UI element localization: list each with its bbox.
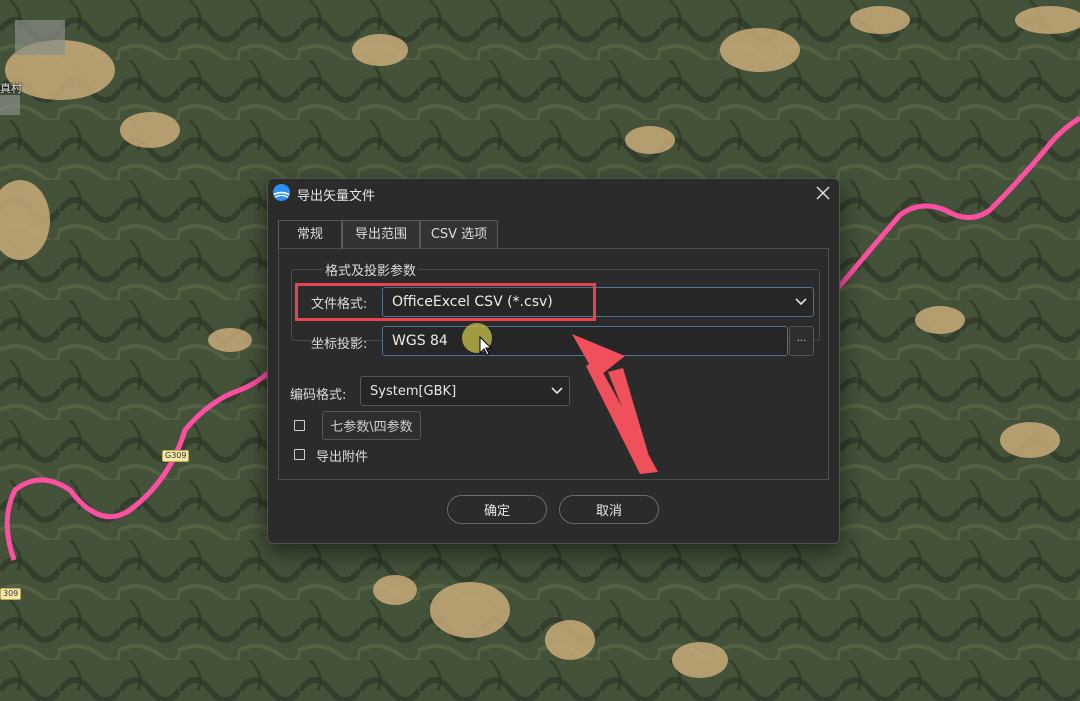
tab-csv-options[interactable]: CSV 选项 xyxy=(420,220,498,248)
projection-label: 坐标投影: xyxy=(311,337,368,352)
chevron-down-icon xyxy=(551,387,563,395)
export-attachment-label[interactable]: 导出附件 xyxy=(316,446,368,465)
road-badge: 309 xyxy=(0,588,22,600)
export-attachment-checkbox[interactable] xyxy=(294,449,305,460)
road-badge: G309 xyxy=(162,450,190,462)
file-format-label: 文件格式: xyxy=(311,297,368,312)
dialog-title: 导出矢量文件 xyxy=(297,189,376,204)
encoding-select[interactable]: System[GBK] xyxy=(360,376,570,406)
tab-general[interactable]: 常规 xyxy=(278,220,342,250)
file-format-value: OfficeExcel CSV (*.csv) xyxy=(392,294,553,310)
seven-params-button[interactable]: 七参数\四参数 xyxy=(322,411,421,440)
app-logo-icon xyxy=(272,183,291,202)
file-format-select[interactable]: OfficeExcel CSV (*.csv) xyxy=(382,287,814,317)
close-button[interactable] xyxy=(811,181,835,205)
close-icon xyxy=(816,186,830,200)
map-place-label: 真村 xyxy=(0,82,22,95)
group-legend: 格式及投影参数 xyxy=(323,260,419,279)
export-vector-dialog: 导出矢量文件 常规 导出范围 CSV 选项 格式及投影参数 文件格式: Offi… xyxy=(267,178,840,544)
tab-export-range[interactable]: 导出范围 xyxy=(342,220,420,248)
ellipsis-icon: ··· xyxy=(796,335,807,347)
seven-params-label: 七参数\四参数 xyxy=(330,420,413,435)
dialog-titlebar[interactable]: 导出矢量文件 xyxy=(268,179,839,207)
cancel-button[interactable]: 取消 xyxy=(559,495,659,524)
tab-panel-general: 格式及投影参数 文件格式: OfficeExcel CSV (*.csv) 坐标… xyxy=(278,248,829,480)
encoding-label: 编码格式: xyxy=(290,388,347,403)
projection-browse-button[interactable]: ··· xyxy=(789,326,814,356)
seven-params-checkbox[interactable] xyxy=(294,420,305,431)
projection-value: WGS 84 xyxy=(392,333,448,349)
chevron-down-icon xyxy=(795,298,807,306)
encoding-value: System[GBK] xyxy=(370,383,457,399)
ok-button[interactable]: 确定 xyxy=(447,495,547,524)
projection-field[interactable]: WGS 84 xyxy=(382,326,788,356)
